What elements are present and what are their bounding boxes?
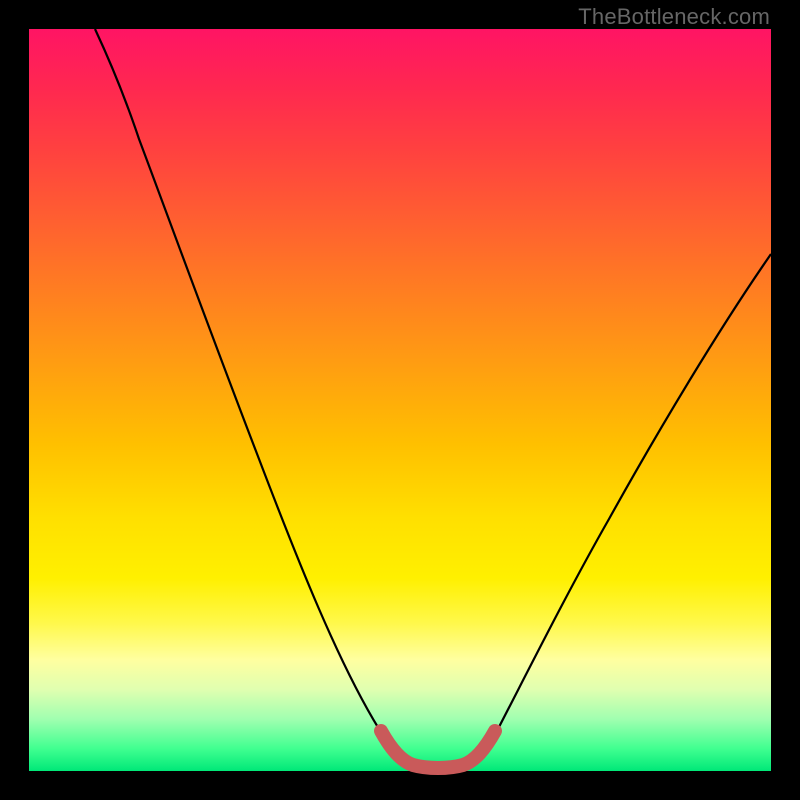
watermark-text: TheBottleneck.com — [578, 4, 770, 30]
curve-svg — [29, 29, 771, 771]
plot-area — [29, 29, 771, 771]
optimal-band — [381, 731, 495, 768]
bottleneck-curve — [95, 29, 771, 768]
chart-frame: TheBottleneck.com — [0, 0, 800, 800]
